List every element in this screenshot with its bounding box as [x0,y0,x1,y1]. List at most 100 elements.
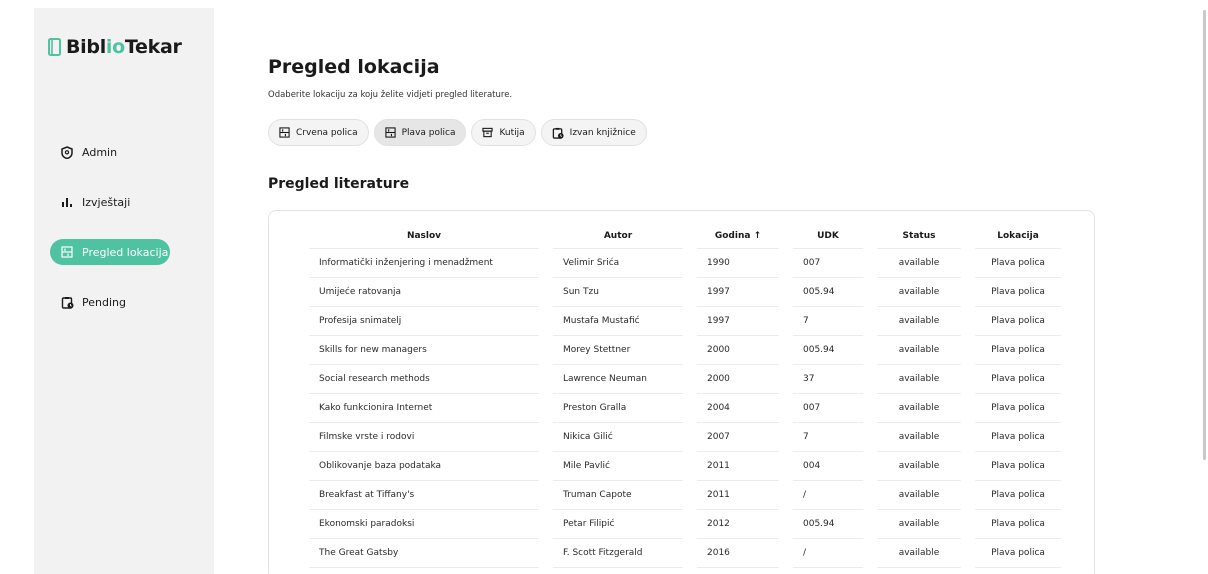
clipboard-clock-icon [60,295,74,309]
column-header-godina[interactable]: Godina ↑ [697,223,779,249]
cell-status: available [877,452,961,481]
column-gap [539,539,553,568]
column-header-autor[interactable]: Autor [553,223,683,249]
table-row[interactable]: Breakfast at Tiffany's Truman Capote 2011 /… [309,481,1061,510]
table-body: Informatički inženjering i menadžment Vel… [309,249,1061,568]
column-gap [779,394,793,423]
table-row[interactable]: Skills for new managers Morey Stettner 200… [309,336,1061,365]
cell-autor: Lawrence Neuman [553,365,683,394]
location-chips: Crvena polica Plava polica Kutija Izvan … [268,119,647,146]
column-gap [539,249,553,278]
cell-udk: 37 [793,365,863,394]
column-gap [863,307,877,336]
cell-naslov: Skills for new managers [309,336,539,365]
chip-label: Crvena polica [296,127,358,138]
cell-autor: Preston Gralla [553,394,683,423]
column-gap [779,336,793,365]
sidebar-item-label: Admin [82,145,118,159]
column-gap [961,539,975,568]
cell-naslov: Breakfast at Tiffany's [309,481,539,510]
column-gap [539,510,553,539]
column-gap [683,539,697,568]
cell-godina: 2000 [697,365,779,394]
cell-autor: F. Scott Fitzgerald [553,539,683,568]
table-row[interactable]: The Great Gatsby F. Scott Fitzgerald 2016 /… [309,539,1061,568]
table-row[interactable]: Ekonomski paradoksi Petar Filipić 2012 005.… [309,510,1061,539]
column-gap [683,307,697,336]
column-header-lokacija[interactable]: Lokacija [975,223,1061,249]
cell-udk: 004 [793,452,863,481]
column-header-status[interactable]: Status [877,223,961,249]
shelf-icon [60,245,74,259]
cell-udk: 007 [793,249,863,278]
sidebar-item-admin[interactable]: Admin [50,139,202,165]
column-gap [539,423,553,452]
shelf-icon [384,127,396,138]
column-header-naslov[interactable]: Naslov [309,223,539,249]
table-row[interactable]: Profesija snimatelj Mustafa Mustafić 1997 7… [309,307,1061,336]
column-gap [863,481,877,510]
column-gap [961,307,975,336]
cell-lokacija: Plava polica [975,510,1061,539]
cell-status: available [877,336,961,365]
cell-udk: 005.94 [793,278,863,307]
cell-naslov: Social research methods [309,365,539,394]
cell-lokacija: Plava polica [975,336,1061,365]
cell-naslov: Informatički inženjering i menadžment [309,249,539,278]
cell-status: available [877,394,961,423]
archive-box-icon [482,127,494,138]
column-gap [961,249,975,278]
cell-lokacija: Plava polica [975,307,1061,336]
cell-naslov: Oblikovanje baza podataka [309,452,539,481]
chip-crvena-polica[interactable]: Crvena polica [268,119,369,146]
column-gap [779,423,793,452]
table-row[interactable]: Oblikovanje baza podataka Mile Pavlić 2011… [309,452,1061,481]
table-row[interactable]: Kako funkcionira Internet Preston Gralla 2… [309,394,1061,423]
cell-godina: 1997 [697,307,779,336]
app-logo[interactable]: Bibl io Tekar [48,36,182,58]
table-row[interactable]: Social research methods Lawrence Neuman 20… [309,365,1061,394]
cell-naslov: Profesija snimatelj [309,307,539,336]
sidebar-item-izvjestaji[interactable]: Izvještaji [50,189,202,215]
cell-naslov: The Great Gatsby [309,539,539,568]
table-row[interactable]: Filmske vrste i rodovi Nikica Gilić 2007 7 a… [309,423,1061,452]
chip-izvan-knjiznice[interactable]: Izvan knjižnice [540,119,647,146]
chip-plava-polica[interactable]: Plava polica [373,119,467,146]
column-gap [683,452,697,481]
column-gap [863,365,877,394]
book-logo-icon [48,38,61,56]
column-gap [683,336,697,365]
sidebar-item-pending[interactable]: Pending [50,289,202,315]
cell-lokacija: Plava polica [975,539,1061,568]
page-scrollbar[interactable] [1203,10,1206,460]
shield-icon [60,145,74,159]
column-header-udk[interactable]: UDK [793,223,863,249]
table-row[interactable]: Umijeće ratovanja Sun Tzu 1997 005.94 availa… [309,278,1061,307]
table-row[interactable]: Informatički inženjering i menadžment Vel… [309,249,1061,278]
cell-status: available [877,249,961,278]
cell-udk: / [793,481,863,510]
cell-status: available [877,307,961,336]
column-gap [961,510,975,539]
literature-table: Naslov Autor Godina ↑ UDK Status Lokacij… [309,223,1061,568]
column-gap [961,452,975,481]
column-gap [863,539,877,568]
cell-lokacija: Plava polica [975,365,1061,394]
column-gap [779,481,793,510]
column-gap [863,394,877,423]
column-gap [863,510,877,539]
cell-autor: Morey Stettner [553,336,683,365]
chip-kutija[interactable]: Kutija [471,119,536,146]
column-gap [779,249,793,278]
sidebar-item-label: Izvještaji [82,195,131,209]
sidebar: Bibl io Tekar Admin Izvještaji Pregled lok… [34,8,214,574]
column-gap [961,223,975,249]
cell-godina: 2004 [697,394,779,423]
page-title: Pregled lokacija [268,56,440,78]
cell-lokacija: Plava polica [975,394,1061,423]
logo-text-part3: Tekar [124,36,182,58]
column-gap [779,539,793,568]
sidebar-item-pregled-lokacija[interactable]: Pregled lokacija [50,239,170,265]
cell-udk: / [793,539,863,568]
cell-lokacija: Plava polica [975,423,1061,452]
